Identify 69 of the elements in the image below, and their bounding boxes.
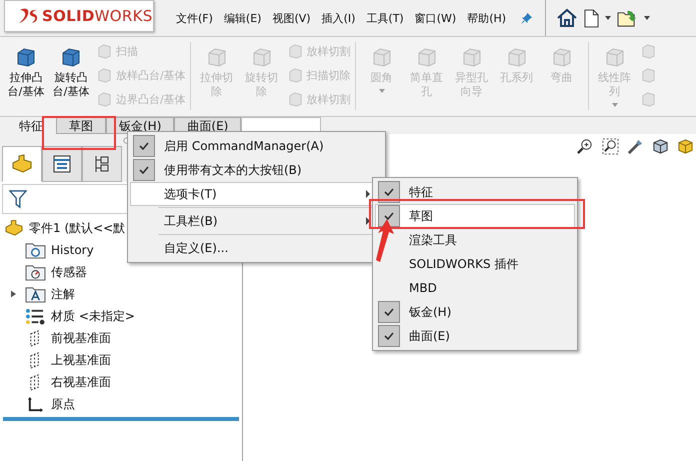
- block-icon: [60, 46, 82, 68]
- menu-item[interactable]: 使用带有文本的大按钮(B): [130, 158, 383, 182]
- pin-icon[interactable]: [520, 12, 534, 24]
- menu-item[interactable]: 文件(F): [176, 10, 213, 26]
- tree-item[interactable]: 材质 <未指定>: [51, 308, 135, 324]
- menu-item[interactable]: 编辑(E): [224, 10, 262, 26]
- menu-item[interactable]: 渲染工具: [375, 228, 575, 252]
- tree-item[interactable]: 零件1 (默认<<默: [29, 220, 126, 236]
- part-icon: [11, 154, 33, 174]
- block-icon: [286, 42, 304, 60]
- home-icon[interactable]: [556, 8, 578, 28]
- configuration-tab[interactable]: [82, 146, 122, 182]
- block-icon: [506, 46, 528, 68]
- block-icon: [250, 46, 273, 68]
- zoom-box-icon[interactable]: [602, 138, 619, 155]
- block-icon: [96, 66, 113, 84]
- block-icon: [96, 42, 113, 60]
- block-icon: [550, 46, 573, 68]
- expand-icon[interactable]: [10, 290, 16, 298]
- block-icon: [604, 46, 626, 68]
- zoom-icon[interactable]: [577, 138, 594, 155]
- logo-text: SOLIDWORKS: [42, 7, 153, 25]
- list-icon: [52, 154, 72, 174]
- menu-item[interactable]: SOLIDWORKS 插件: [375, 252, 575, 276]
- caret-icon[interactable]: [605, 16, 612, 20]
- tree-item[interactable]: 右视基准面: [51, 374, 111, 390]
- material-icon: [25, 308, 46, 324]
- tree-item[interactable]: 上视基准面: [51, 352, 111, 368]
- tab[interactable]: 特征: [6, 117, 56, 134]
- menu-item[interactable]: 帮助(H): [467, 10, 506, 26]
- sensor-folder-icon: [25, 264, 46, 280]
- block-icon: [15, 46, 37, 68]
- menu-item[interactable]: 曲面(E): [375, 324, 575, 348]
- cube-icon[interactable]: [652, 138, 669, 155]
- block-icon: [96, 90, 113, 108]
- menu-item[interactable]: 插入(I): [322, 10, 356, 26]
- wand-icon[interactable]: [627, 138, 644, 155]
- tree-item[interactable]: History: [51, 243, 94, 257]
- ribbon-button[interactable]: 拉伸凸台/基体: [4, 40, 48, 116]
- block-icon: [460, 46, 483, 68]
- menu-item[interactable]: 钣金(H): [375, 300, 575, 324]
- origin-icon: [25, 396, 46, 412]
- logo-mark-icon: [17, 7, 39, 25]
- filter-icon[interactable]: [9, 189, 27, 209]
- menu-item[interactable]: 窗口(W): [414, 10, 456, 26]
- properties-tab[interactable]: [42, 146, 82, 182]
- menu-item[interactable]: 工具(T): [366, 10, 404, 26]
- menu-item[interactable]: 草图: [375, 204, 575, 228]
- open-folder-icon[interactable]: [617, 8, 638, 28]
- feature-tree-tab[interactable]: [2, 146, 42, 182]
- tree-item[interactable]: 注解: [51, 286, 75, 302]
- tree-item[interactable]: 原点: [51, 396, 75, 412]
- tab[interactable]: 草图: [56, 117, 106, 134]
- menu-item[interactable]: MBD: [375, 276, 575, 300]
- block-icon: [416, 46, 438, 68]
- document-icon[interactable]: [584, 8, 600, 28]
- block-icon: [206, 46, 228, 68]
- menu-item[interactable]: 启用 CommandManager(A): [130, 134, 383, 158]
- block-icon: [286, 90, 304, 108]
- caret-icon[interactable]: [644, 16, 650, 20]
- history-folder-icon: [25, 242, 46, 258]
- ribbon-button[interactable]: 旋转凸台/基体: [49, 40, 93, 116]
- annotation-folder-icon: [25, 286, 46, 302]
- tree-item[interactable]: 传感器: [51, 264, 87, 280]
- menu-item[interactable]: 视图(V): [272, 10, 311, 26]
- block-icon: [370, 46, 393, 68]
- block-icon: [286, 66, 304, 84]
- tree-item[interactable]: 前视基准面: [51, 330, 111, 346]
- part-icon: [4, 220, 24, 236]
